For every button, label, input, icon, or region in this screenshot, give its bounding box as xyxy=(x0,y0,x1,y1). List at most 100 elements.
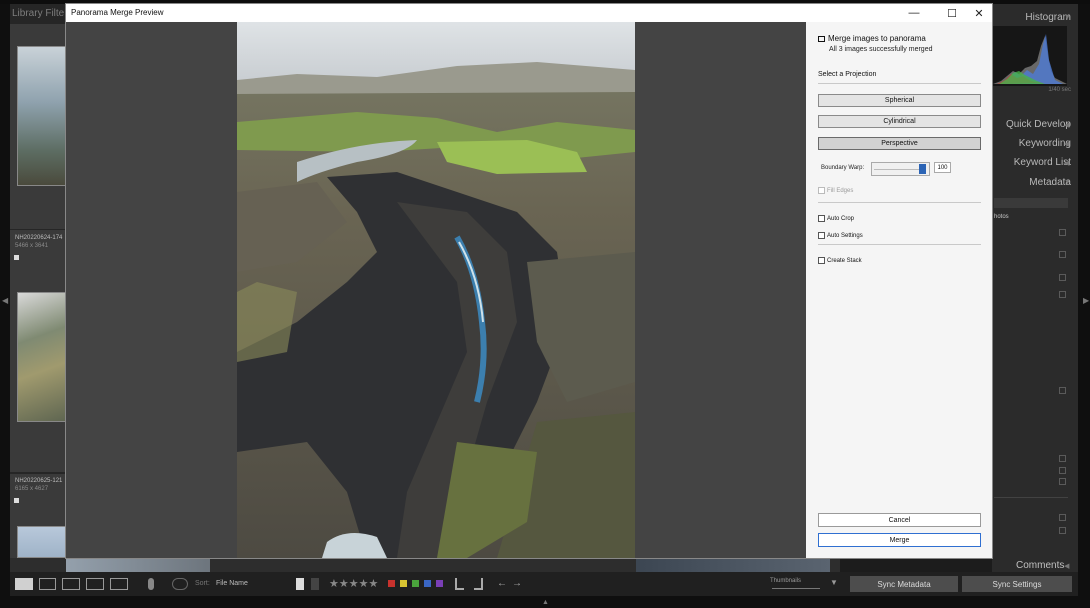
auto-crop-label: Auto Crop xyxy=(827,215,855,222)
metadata-field-icon[interactable] xyxy=(1059,467,1066,474)
rating-stars[interactable]: ★★★★★ xyxy=(329,577,378,590)
histogram xyxy=(993,26,1067,86)
left-panel-edge[interactable] xyxy=(0,4,10,608)
expand-icon[interactable]: ◀ xyxy=(1064,562,1069,570)
create-stack-label: Create Stack xyxy=(827,257,862,264)
boundary-warp-slider[interactable] xyxy=(871,162,930,176)
toolbar-menu-chevron-icon[interactable]: ▼ xyxy=(830,578,838,590)
metadata-field-icon[interactable] xyxy=(1059,514,1066,521)
library-filter-label[interactable]: Library Filte xyxy=(12,8,64,19)
expand-icon[interactable]: ◀ xyxy=(1064,121,1069,129)
rotate-left-icon[interactable] xyxy=(455,578,464,590)
compare-view-icon[interactable] xyxy=(62,578,80,590)
grid-thumbnail[interactable] xyxy=(17,526,66,558)
metadata-field-icon[interactable] xyxy=(1059,387,1066,394)
slider-thumb[interactable] xyxy=(919,164,926,174)
metadata-field-icon[interactable] xyxy=(1059,455,1066,462)
thumbnail-size-slider[interactable] xyxy=(772,588,820,589)
dialog-title: Panorama Merge Preview xyxy=(71,8,164,17)
flag-icon[interactable] xyxy=(296,578,304,590)
metadata-field-icon[interactable] xyxy=(1059,229,1066,236)
sync-settings-button[interactable]: Sync Settings xyxy=(962,576,1072,592)
grid-view-icon[interactable] xyxy=(15,578,33,590)
collapse-icon[interactable]: ▼ xyxy=(1064,179,1071,186)
loupe-view-icon[interactable] xyxy=(39,578,56,590)
color-label-blue[interactable] xyxy=(424,580,431,587)
expand-icon[interactable]: ◀ xyxy=(1064,140,1069,148)
color-label-yellow[interactable] xyxy=(400,580,407,587)
sort-direction-icon[interactable] xyxy=(172,578,188,590)
panorama-icon xyxy=(818,36,825,42)
left-panel-toggle-icon[interactable]: ◀ xyxy=(2,296,8,305)
metadata-field-icon[interactable] xyxy=(1059,478,1066,485)
divider xyxy=(818,244,981,245)
merge-button[interactable]: Merge xyxy=(818,533,981,547)
grid-thumbnail[interactable] xyxy=(17,292,66,422)
panorama-merge-dialog: Panorama Merge Preview — ☐ ✕ Merge image… xyxy=(65,3,993,559)
minimize-icon[interactable]: — xyxy=(902,5,926,21)
merge-status: All 3 images successfully merged xyxy=(829,46,933,53)
cylindrical-button[interactable]: Cylindrical xyxy=(818,115,981,128)
cancel-button[interactable]: Cancel xyxy=(818,513,981,527)
color-label-red[interactable] xyxy=(388,580,395,587)
filmstrip-thumbnail[interactable] xyxy=(636,558,830,572)
auto-settings-checkbox[interactable]: Auto Settings xyxy=(818,232,863,239)
metadata-photos-text: hotos xyxy=(994,214,1009,220)
color-label-purple[interactable] xyxy=(436,580,443,587)
merge-heading: Merge images to panorama xyxy=(818,34,926,43)
boundary-warp-value[interactable]: 100 xyxy=(934,162,951,173)
perspective-button[interactable]: Perspective xyxy=(818,137,981,150)
spherical-button[interactable]: Spherical xyxy=(818,94,981,107)
metadata-preset-field[interactable] xyxy=(994,198,1068,208)
collapse-icon[interactable]: ▼ xyxy=(1064,14,1071,21)
rotate-right-icon[interactable] xyxy=(474,578,483,590)
spray-can-icon[interactable] xyxy=(148,578,154,590)
auto-crop-checkbox[interactable]: Auto Crop xyxy=(818,215,854,222)
metadata-field-icon[interactable] xyxy=(1059,527,1066,534)
survey-view-icon[interactable] xyxy=(86,578,104,590)
dialog-title-bar[interactable]: Panorama Merge Preview — ☐ ✕ xyxy=(66,4,992,22)
fill-edges-checkbox[interactable]: Fill Edges xyxy=(818,187,853,194)
merge-heading-text: Merge images to panorama xyxy=(828,34,926,43)
reject-flag-icon[interactable] xyxy=(311,578,319,590)
metadata-field-icon[interactable] xyxy=(1059,291,1066,298)
metadata-divider xyxy=(994,497,1068,498)
comments-header[interactable]: Comments xyxy=(1016,560,1064,571)
cell-filename: NH20220625-121 xyxy=(15,478,63,484)
checkbox-box[interactable] xyxy=(818,232,825,239)
sort-select[interactable]: File Name xyxy=(216,580,248,587)
histogram-info: 1/40 sec xyxy=(1048,87,1071,93)
people-view-icon[interactable] xyxy=(110,578,128,590)
panorama-preview-image xyxy=(237,22,635,558)
bottom-panel-toggle-icon[interactable]: ▲ xyxy=(542,599,549,606)
divider xyxy=(818,202,981,203)
metadata-field-icon[interactable] xyxy=(1059,274,1066,281)
fill-edges-label: Fill Edges xyxy=(827,187,854,194)
color-label-green[interactable] xyxy=(412,580,419,587)
keyword-list-header[interactable]: Keyword List xyxy=(1014,157,1071,168)
right-panel-edge[interactable] xyxy=(1078,4,1090,608)
sort-label: Sort: xyxy=(195,580,210,587)
right-panel-toggle-icon[interactable]: ▶ xyxy=(1083,296,1089,305)
cell-dimensions: 6165 x 4627 xyxy=(15,486,49,492)
divider xyxy=(818,83,981,84)
previous-arrow-icon[interactable]: ← xyxy=(497,578,507,590)
cell-flag-checkbox[interactable] xyxy=(14,498,19,503)
grid-thumbnail[interactable] xyxy=(17,46,66,186)
metadata-field-icon[interactable] xyxy=(1059,251,1066,258)
expand-icon[interactable]: ◀ xyxy=(1064,159,1069,167)
maximize-icon[interactable]: ☐ xyxy=(940,5,964,21)
checkbox-box[interactable] xyxy=(818,187,825,194)
filmstrip-thumbnail[interactable] xyxy=(66,558,210,572)
projection-label: Select a Projection xyxy=(818,71,877,78)
checkbox-box[interactable] xyxy=(818,215,825,222)
close-icon[interactable]: ✕ xyxy=(967,5,991,21)
thumbnails-label: Thumbnails xyxy=(770,578,802,584)
sync-metadata-button[interactable]: Sync Metadata xyxy=(850,576,958,592)
next-arrow-icon[interactable]: → xyxy=(512,578,522,590)
boundary-warp-label: Boundary Warp: xyxy=(821,165,865,171)
quick-develop-header[interactable]: Quick Develop xyxy=(1006,119,1071,130)
create-stack-checkbox[interactable]: Create Stack xyxy=(818,257,862,264)
cell-flag-checkbox[interactable] xyxy=(14,255,19,260)
checkbox-box[interactable] xyxy=(818,257,825,264)
